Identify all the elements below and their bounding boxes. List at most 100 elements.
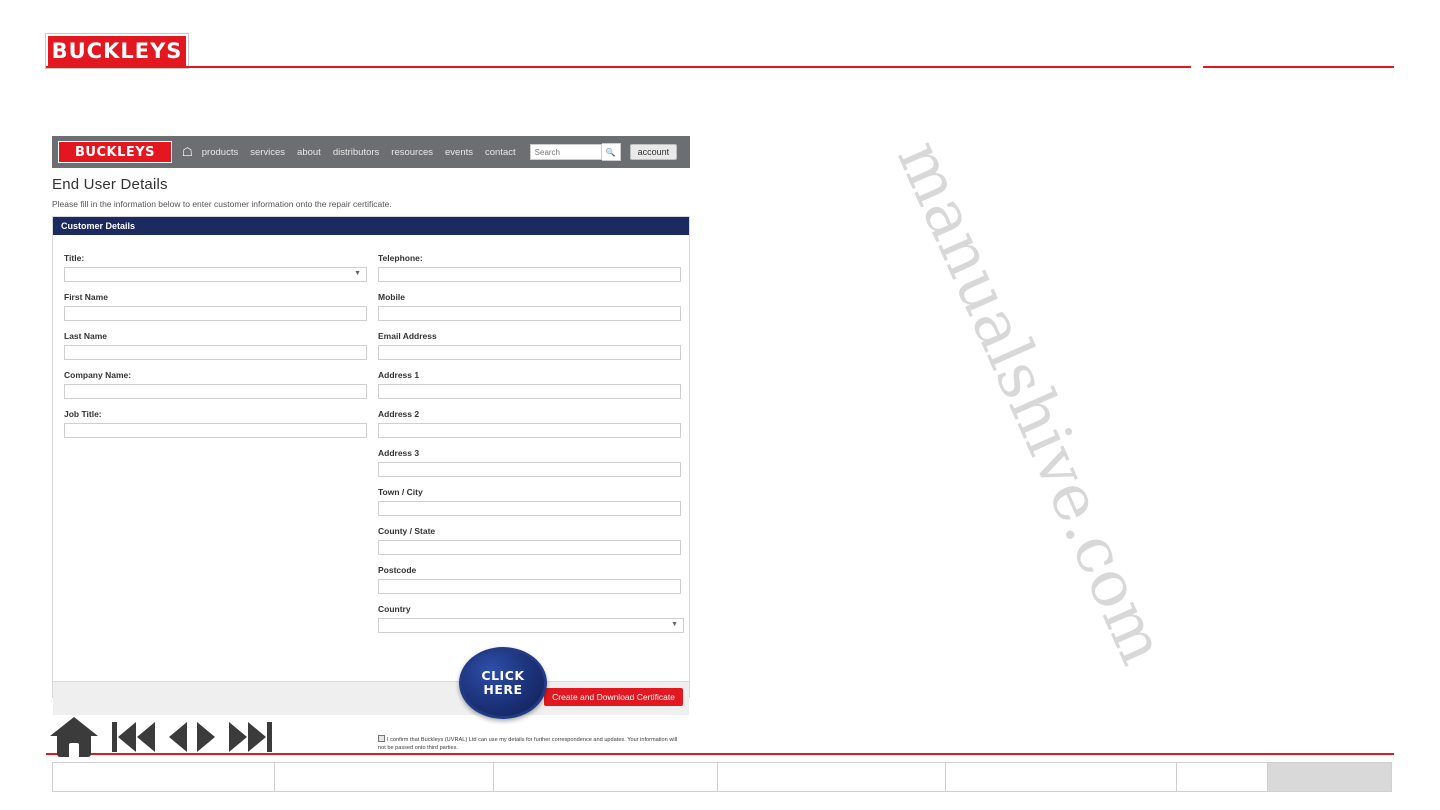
field-telephone: Telephone: — [378, 253, 683, 282]
field-address-1-label: Address 1 — [378, 370, 420, 380]
nav-link-events[interactable]: events — [445, 147, 473, 158]
address-3-input[interactable] — [378, 462, 681, 477]
field-first-name: First Name — [64, 292, 369, 321]
address-1-input[interactable] — [378, 384, 681, 399]
field-email-label: Email Address — [378, 331, 437, 341]
nav-link-about[interactable]: about — [297, 147, 321, 158]
home-icon[interactable] — [50, 715, 98, 759]
footer-cell — [718, 763, 946, 791]
prev-play-group — [169, 722, 215, 752]
consent-text: I confirm that Buckleys (UVRAL) Ltd can … — [378, 737, 678, 752]
field-address-2: Address 2 — [378, 409, 683, 438]
navbar-logo-text: BUCKLEYS — [74, 144, 156, 160]
field-job-title-label: Job Title: — [64, 409, 102, 419]
search-input[interactable] — [529, 144, 602, 160]
account-button[interactable]: account — [629, 144, 678, 160]
header-rule-right — [1203, 66, 1394, 68]
form-column-right: Telephone: Mobile Email Address Address … — [378, 253, 684, 643]
postcode-input[interactable] — [378, 579, 681, 594]
watermark-text: manualshive.com — [882, 130, 1180, 676]
header-rule — [46, 66, 1191, 68]
field-job-title: Job Title: — [64, 409, 369, 438]
callout-line-2: HERE — [483, 682, 523, 697]
nav-link-distributors[interactable]: distributors — [333, 147, 379, 158]
field-company-name: Company Name: — [64, 370, 369, 399]
footer-cell — [53, 763, 275, 791]
mobile-input[interactable] — [378, 306, 681, 321]
county-state-input[interactable] — [378, 540, 681, 555]
callout-line-1: CLICK — [481, 667, 525, 683]
play-icon[interactable] — [197, 722, 215, 752]
title-select[interactable]: ▼ — [64, 267, 367, 282]
panel-footer: Create and Download Certificate — [53, 681, 689, 715]
previous-icon[interactable] — [169, 722, 187, 752]
field-email: Email Address — [378, 331, 683, 360]
first-name-input[interactable] — [64, 306, 367, 321]
last-name-input[interactable] — [64, 345, 367, 360]
field-company-name-label: Company Name: — [64, 370, 132, 380]
field-title: Title: ▼ — [64, 253, 369, 282]
field-mobile: Mobile — [378, 292, 683, 321]
footer-cell — [494, 763, 719, 791]
navbar-links: products services about distributors res… — [202, 147, 528, 158]
chevron-down-icon: ▼ — [354, 270, 361, 277]
search-icon[interactable]: 🔍 — [601, 143, 621, 161]
consent-checkbox[interactable] — [378, 735, 385, 742]
click-here-callout: CLICK HERE — [459, 647, 547, 719]
panel-header: Customer Details — [53, 217, 689, 235]
company-name-input[interactable] — [64, 384, 367, 399]
brand-logo-text: BUCKLEYS — [51, 39, 183, 63]
field-town-city: Town / City — [378, 487, 683, 516]
town-city-input[interactable] — [378, 501, 681, 516]
home-icon[interactable]: ☖ — [182, 146, 193, 158]
field-postcode: Postcode — [378, 565, 683, 594]
embedded-web-page: BUCKLEYS ☖ products services about distr… — [52, 136, 690, 751]
address-2-input[interactable] — [378, 423, 681, 438]
field-postcode-label: Postcode — [378, 565, 417, 575]
field-address-3: Address 3 — [378, 448, 683, 477]
field-address-3-label: Address 3 — [378, 448, 420, 458]
field-address-1: Address 1 — [378, 370, 683, 399]
field-country: Country ▼ — [378, 604, 684, 633]
panel-body: Title: ▼ First Name Last Name Company Na… — [53, 235, 689, 751]
skip-back-icon[interactable] — [112, 722, 155, 752]
nav-link-services[interactable]: services — [250, 147, 285, 158]
brand-logo: BUCKLEYS — [46, 34, 188, 68]
consent-row: I confirm that Buckleys (UVRAL) Ltd can … — [378, 735, 685, 753]
field-county-state-label: County / State — [378, 526, 436, 536]
customer-details-panel: Customer Details Title: ▼ First Name Las… — [52, 216, 690, 751]
field-title-label: Title: — [64, 253, 85, 263]
player-controls — [50, 712, 272, 762]
country-select[interactable]: ▼ — [378, 618, 684, 633]
field-first-name-label: First Name — [64, 292, 108, 302]
field-address-2-label: Address 2 — [378, 409, 420, 419]
nav-link-resources[interactable]: resources — [391, 147, 433, 158]
field-telephone-label: Telephone: — [378, 253, 423, 263]
chevron-down-icon: ▼ — [671, 621, 678, 628]
nav-link-contact[interactable]: contact — [485, 147, 516, 158]
footer-cell — [1177, 763, 1269, 791]
footer-cell — [946, 763, 1178, 791]
navbar-logo[interactable]: BUCKLEYS — [58, 141, 172, 163]
skip-forward-icon[interactable] — [229, 722, 272, 752]
field-mobile-label: Mobile — [378, 292, 405, 302]
create-and-download-certificate-button[interactable]: Create and Download Certificate — [544, 688, 683, 706]
form-column-left: Title: ▼ First Name Last Name Company Na… — [64, 253, 369, 448]
field-last-name: Last Name — [64, 331, 369, 360]
telephone-input[interactable] — [378, 267, 681, 282]
navbar-search: 🔍 — [529, 143, 621, 161]
callout-text: CLICK HERE — [459, 647, 547, 719]
field-country-label: Country — [378, 604, 411, 614]
page-title: End User Details — [52, 176, 168, 193]
field-town-city-label: Town / City — [378, 487, 423, 497]
footer-cell — [275, 763, 495, 791]
field-last-name-label: Last Name — [64, 331, 107, 341]
site-navbar: BUCKLEYS ☖ products services about distr… — [52, 136, 690, 168]
field-county-state: County / State — [378, 526, 683, 555]
page-subtitle: Please fill in the information below to … — [52, 199, 392, 209]
email-input[interactable] — [378, 345, 681, 360]
footer-table — [52, 762, 1392, 792]
footer-cell-shaded — [1268, 763, 1391, 791]
nav-link-products[interactable]: products — [202, 147, 238, 158]
job-title-input[interactable] — [64, 423, 367, 438]
